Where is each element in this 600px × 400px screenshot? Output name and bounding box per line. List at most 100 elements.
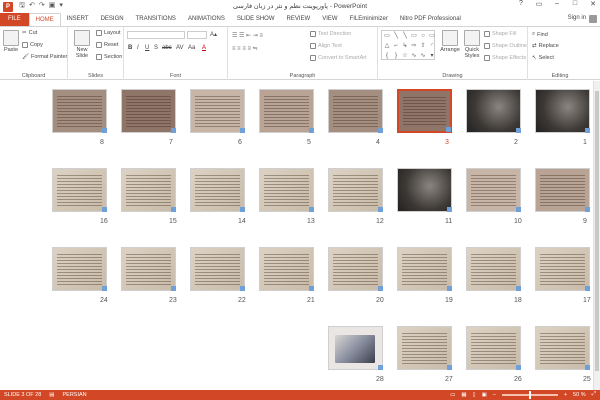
close-button[interactable]: ✕	[588, 0, 598, 8]
font-color-button[interactable]: A	[202, 45, 206, 51]
convert-smartart-button[interactable]: Convert to SmartArt	[310, 55, 367, 61]
tab-animations[interactable]: ANIMATIONS	[182, 13, 231, 26]
shadow-button[interactable]: S	[154, 45, 158, 51]
align-text-button[interactable]: Align Text	[310, 43, 342, 49]
replace-button[interactable]: ⇄ Replace	[532, 43, 559, 49]
slide-thumbnail[interactable]	[259, 89, 314, 133]
zoom-level[interactable]: 50 %	[573, 392, 586, 398]
curve-shape-icon[interactable]: ∿	[410, 52, 418, 61]
zoom-out-icon[interactable]: –	[493, 392, 496, 398]
italic-button[interactable]: I	[137, 45, 139, 51]
layout-button[interactable]: Layout	[96, 30, 121, 36]
slide-thumbnail[interactable]	[259, 168, 314, 212]
slide-thumbnail[interactable]	[328, 168, 383, 212]
reading-view-icon[interactable]: ▯	[473, 392, 476, 398]
quick-styles-button[interactable]: Quick Styles	[462, 30, 482, 59]
slide-thumbnail[interactable]	[466, 89, 521, 133]
tab-insert[interactable]: INSERT	[61, 13, 95, 26]
slide-thumbnail[interactable]	[535, 168, 590, 212]
slide-thumbnail[interactable]	[190, 247, 245, 291]
text-direction-button[interactable]: Text Direction	[310, 31, 351, 37]
underline-button[interactable]: U	[145, 45, 149, 51]
slide-thumbnail[interactable]	[397, 168, 452, 212]
zoom-in-icon[interactable]: +	[564, 392, 567, 398]
slide-thumbnail[interactable]	[190, 89, 245, 133]
avatar[interactable]	[589, 15, 597, 23]
reset-button[interactable]: Reset	[96, 42, 118, 48]
font-size-field[interactable]	[187, 31, 207, 39]
slide-thumbnail[interactable]	[328, 326, 383, 370]
sign-in-link[interactable]: Sign in	[568, 15, 586, 21]
grow-font-icon[interactable]: A▴	[210, 31, 217, 38]
start-slideshow-icon[interactable]: ▣	[49, 1, 56, 12]
tab-file[interactable]: FILE	[0, 13, 29, 26]
brace-shape-icon[interactable]: }	[392, 52, 400, 61]
help-button[interactable]: ?	[516, 0, 526, 8]
arrow-shape-icon[interactable]: ⇧	[419, 42, 427, 51]
slide-thumbnail[interactable]	[397, 89, 452, 133]
slide-thumbnail[interactable]	[259, 247, 314, 291]
proofing-icon[interactable]: ▤	[49, 392, 54, 398]
slide-thumbnail[interactable]	[535, 247, 590, 291]
select-button[interactable]: ↖ Select	[532, 55, 554, 61]
slide-thumbnail[interactable]	[121, 247, 176, 291]
section-button[interactable]: Section	[96, 54, 122, 60]
slide-thumbnail[interactable]	[328, 247, 383, 291]
strikethrough-button[interactable]: abc	[162, 45, 172, 51]
arrange-button[interactable]: Arrange	[440, 30, 460, 53]
find-button[interactable]: ⌕ Find	[532, 31, 548, 38]
line-shape-icon[interactable]: ╲	[392, 32, 400, 41]
rectangle-shape-icon[interactable]: ▭	[428, 32, 436, 41]
shape-effects-button[interactable]: Shape Effects	[484, 55, 526, 61]
slide-thumbnail[interactable]	[190, 168, 245, 212]
tab-slide-show[interactable]: SLIDE SHOW	[231, 13, 281, 26]
rectangle-shape-icon[interactable]: ▭	[383, 32, 391, 41]
shapes-gallery[interactable]: ▭ ╲ ╲ ▭ ○ ▭ △ ⌐ ↳ ⇨ ⇧ ◜ {} ☆ ∿ ∿ ▾	[381, 30, 435, 60]
slide-thumbnail[interactable]	[466, 326, 521, 370]
tab-fileminimizer[interactable]: FILEminimizer	[344, 13, 394, 26]
minimize-button[interactable]: –	[552, 0, 562, 8]
slide-thumbnail[interactable]	[52, 168, 107, 212]
slide-thumbnail[interactable]	[121, 168, 176, 212]
vertical-scrollbar[interactable]	[593, 81, 600, 390]
tab-home[interactable]: HOME	[28, 13, 61, 26]
redo-icon[interactable]: ↷	[39, 1, 45, 12]
maximize-button[interactable]: □	[570, 0, 580, 8]
slide-thumbnail[interactable]	[52, 89, 107, 133]
fit-to-window-icon[interactable]: ⤢	[592, 391, 596, 398]
rectangle-shape-icon[interactable]: ▭	[410, 32, 418, 41]
shape-fill-button[interactable]: Shape Fill	[484, 31, 516, 37]
tab-review[interactable]: REVIEW	[281, 13, 317, 26]
slide-thumbnail[interactable]	[397, 247, 452, 291]
slide-thumbnail[interactable]	[328, 89, 383, 133]
paste-button[interactable]: Paste	[3, 30, 19, 53]
more-shapes-icon[interactable]: ▾	[428, 52, 436, 61]
slide-thumbnail[interactable]	[466, 247, 521, 291]
tab-nitro-pdf[interactable]: Nitro PDF Professional	[394, 13, 467, 26]
undo-icon[interactable]: ↶	[29, 1, 35, 12]
char-spacing-button[interactable]: AV	[176, 45, 184, 51]
tab-design[interactable]: DESIGN	[95, 13, 130, 26]
save-icon[interactable]: 🖫	[19, 1, 25, 12]
cut-button[interactable]: ✂ Cut	[22, 30, 37, 36]
line-shape-icon[interactable]: ↳	[401, 42, 409, 51]
slide-sorter-view-icon[interactable]: ▦	[461, 392, 466, 398]
shape-outline-button[interactable]: Shape Outline	[484, 43, 527, 49]
customize-qat-icon[interactable]: ▾	[59, 1, 63, 12]
line-shape-icon[interactable]: ╲	[401, 32, 409, 41]
change-case-button[interactable]: Aa	[188, 45, 195, 51]
curve-shape-icon[interactable]: ◜	[428, 42, 436, 51]
oval-shape-icon[interactable]: ○	[419, 32, 427, 41]
font-name-field[interactable]	[127, 31, 185, 39]
slide-thumbnail[interactable]	[535, 89, 590, 133]
slide-count-status[interactable]: SLIDE 3 OF 28	[4, 392, 41, 398]
triangle-shape-icon[interactable]: △	[383, 42, 391, 51]
zoom-slider-knob[interactable]	[528, 390, 531, 399]
align-icons[interactable]: ≡ ≡ ≡ ≡ ⇋	[232, 45, 258, 52]
tab-view[interactable]: VIEW	[316, 13, 343, 26]
bullets-icon[interactable]: ☰ ☰ ⇤ ⇥ ≡	[232, 32, 263, 39]
slide-thumbnail[interactable]	[466, 168, 521, 212]
curve-shape-icon[interactable]: ∿	[419, 52, 427, 61]
slide-thumbnail[interactable]	[535, 326, 590, 370]
scrollbar-thumb[interactable]	[595, 91, 599, 371]
